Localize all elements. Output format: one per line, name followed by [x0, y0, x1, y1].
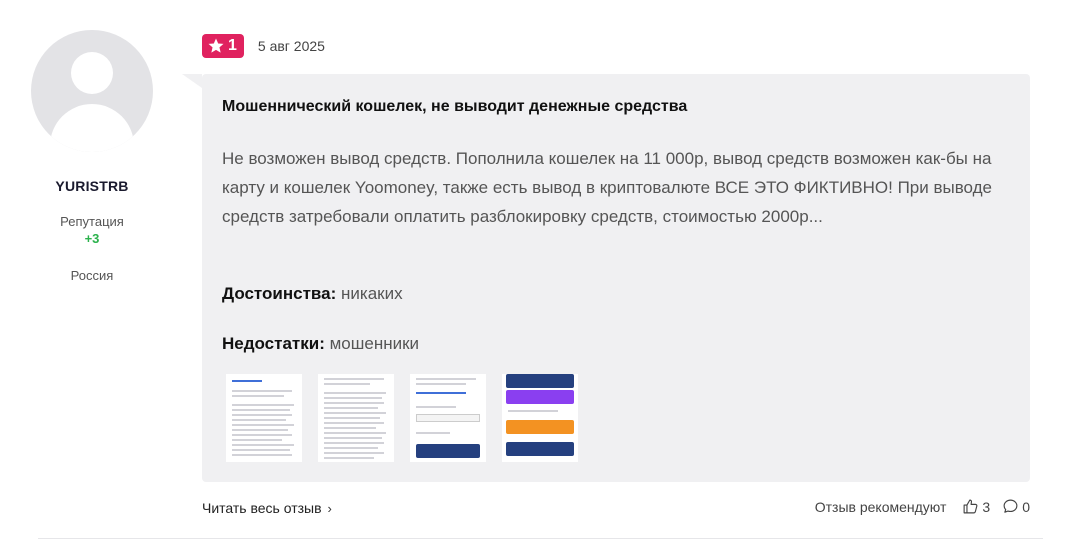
review-actions: Отзыв рекомендуют 3 0	[815, 498, 1030, 515]
divider	[38, 538, 1043, 539]
likes-count: 3	[982, 498, 991, 515]
photo-thumbnail[interactable]	[502, 374, 578, 462]
comments-button[interactable]: 0	[1002, 498, 1030, 515]
author-card: YURISTRB Репутация +3 Россия	[22, 30, 162, 283]
review-meta: 1 5 авг 2025	[202, 33, 325, 59]
author-country: Россия	[70, 268, 114, 283]
review-content: Мошеннический кошелек, не выводит денежн…	[182, 74, 1030, 482]
read-full-review-link[interactable]: Читать весь отзыв ›	[202, 500, 332, 516]
cons-label: Недостатки:	[222, 334, 325, 353]
comment-icon	[1002, 498, 1019, 515]
pros-label: Достоинства:	[222, 284, 337, 303]
pros-value: никаких	[341, 284, 403, 303]
review-pros: Достоинства: никаких	[222, 284, 403, 304]
review-date: 5 авг 2025	[257, 38, 325, 54]
photo-thumbnail[interactable]	[410, 374, 486, 462]
read-full-label: Читать весь отзыв	[202, 500, 322, 516]
review-title[interactable]: Мошеннический кошелек, не выводит денежн…	[222, 98, 687, 116]
chevron-right-icon: ›	[327, 500, 332, 516]
review-cons: Недостатки: мошенники	[222, 334, 419, 354]
recommend-label: Отзыв рекомендуют	[814, 498, 947, 515]
star-icon	[207, 37, 225, 55]
rating-value: 1	[228, 37, 237, 54]
photo-thumbnail[interactable]	[318, 374, 394, 462]
author-name[interactable]: YURISTRB	[22, 178, 162, 194]
review-text: Не возможен вывод средств. Пополнила кош…	[222, 149, 993, 226]
review-photos	[226, 374, 578, 462]
cons-value: мошенники	[329, 334, 420, 353]
like-button[interactable]: 3	[962, 498, 990, 515]
reputation-value: +3	[84, 231, 100, 246]
thumbs-up-icon	[962, 498, 979, 515]
rating-badge: 1	[202, 34, 244, 58]
reputation-label: Репутация	[60, 214, 124, 229]
comments-count: 0	[1022, 498, 1030, 515]
avatar[interactable]	[31, 30, 153, 152]
photo-thumbnail[interactable]	[226, 374, 302, 462]
